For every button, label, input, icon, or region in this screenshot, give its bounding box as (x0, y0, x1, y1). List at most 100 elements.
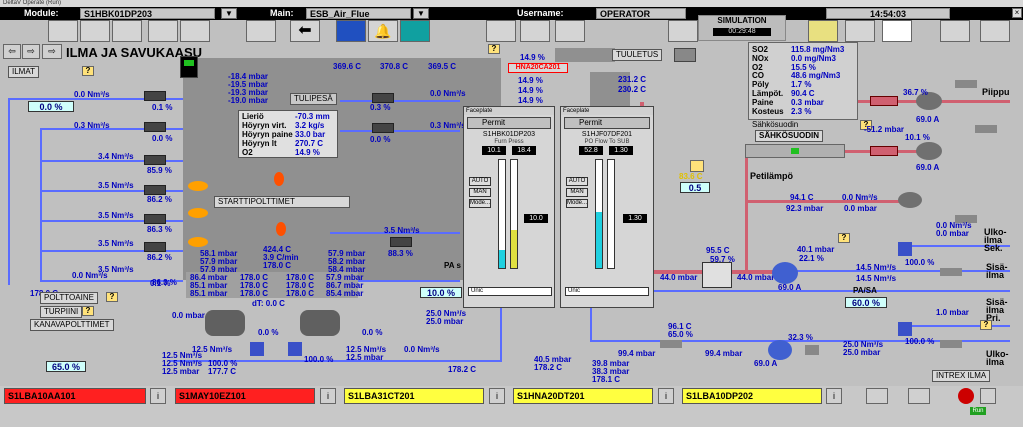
sahkosuodin-label[interactable]: SÄHKÖSUODIN (755, 130, 824, 142)
polttoaine-label[interactable]: POLTTOAINE (40, 292, 98, 304)
toolbar-button-5[interactable] (180, 20, 210, 42)
alarm-5[interactable]: S1LBA10DP202 (682, 388, 822, 404)
toolbar-button-1[interactable] (48, 20, 78, 42)
damper-valve-icon[interactable] (144, 122, 166, 132)
close-icon[interactable]: × (1012, 8, 1022, 18)
damper-icon[interactable] (870, 146, 898, 156)
alarm-list-icon[interactable] (980, 388, 996, 404)
next-page-icon[interactable]: ⇨ (42, 44, 62, 59)
damper-valve-icon[interactable] (144, 155, 166, 165)
overview-button[interactable] (400, 20, 430, 42)
fan-icon[interactable] (674, 48, 696, 62)
display-button[interactable] (336, 20, 366, 42)
damper-valve-icon[interactable] (372, 123, 394, 133)
main-field[interactable]: ESB_Air_Flue (306, 8, 411, 19)
tuuletus-label[interactable]: TUULETUS (612, 49, 663, 61)
alarm-horn-icon[interactable] (958, 388, 974, 404)
alarm-4[interactable]: S1HNA20DT201 (513, 388, 653, 404)
mode-button[interactable]: Mode... (566, 199, 588, 208)
alarm-info-button[interactable]: i (489, 388, 505, 404)
damper-valve-icon[interactable] (144, 185, 166, 195)
module-dropdown[interactable]: ▼ (221, 8, 237, 19)
output-display[interactable]: 1.30 (623, 214, 647, 223)
fan-motor-icon[interactable] (898, 192, 922, 208)
kanavapolttimet-label[interactable]: KANAVAPOLTTIMET (30, 319, 114, 331)
mode-button[interactable]: Mode... (469, 199, 491, 208)
help-icon[interactable] (690, 160, 704, 172)
damper-valve-icon[interactable] (144, 214, 166, 224)
device-icon[interactable] (940, 340, 962, 348)
damper-icon[interactable] (288, 342, 302, 356)
output-display[interactable]: 10.0 (524, 214, 548, 223)
fan-motor-icon[interactable] (772, 262, 798, 284)
main-dropdown[interactable]: ▼ (413, 8, 429, 19)
pa-setpoint-box[interactable]: 10.0 % (420, 287, 462, 298)
fan-icon[interactable] (300, 310, 340, 336)
device-icon[interactable] (940, 268, 962, 276)
alarm-3[interactable]: S1LBA31CT201 (344, 388, 484, 404)
damper-valve-icon[interactable] (144, 242, 166, 252)
device-icon[interactable] (805, 345, 819, 355)
palette-icon[interactable] (980, 20, 1010, 42)
fan-icon[interactable] (205, 310, 245, 336)
faceplate-window-2[interactable]: Faceplate Permit S1HJF07DF201 PO Flow To… (560, 106, 654, 308)
toolbar-button-6[interactable] (246, 20, 276, 42)
faceplate-window-1[interactable]: Faceplate Permit S1HBK01DP203 Furn Press… (463, 106, 555, 308)
faceplate-input[interactable]: Unic (468, 287, 552, 296)
damper-icon[interactable] (898, 322, 912, 336)
help-icon[interactable]: ? (82, 306, 94, 316)
damper-valve-icon[interactable] (372, 93, 394, 103)
damper-icon[interactable] (898, 242, 912, 256)
device-icon[interactable] (975, 125, 997, 133)
damper-valve-icon[interactable] (390, 237, 412, 247)
auto-button[interactable]: AUTO (566, 177, 588, 186)
pasa-setpoint[interactable]: 60.0 % (845, 297, 887, 308)
module-field[interactable]: S1HBK01DP203 (80, 8, 215, 19)
output-bar[interactable] (510, 159, 518, 269)
damper-valve-icon[interactable] (144, 91, 166, 101)
alarm-1[interactable]: S1LBA10AA101 (4, 388, 146, 404)
toolbar-button-2[interactable] (80, 20, 110, 42)
toolbar-button-7[interactable] (555, 20, 585, 42)
damper-icon[interactable] (870, 96, 898, 106)
bottom-setpoint-box[interactable]: 65.0 % (46, 361, 86, 372)
device-icon[interactable] (660, 340, 682, 348)
intrex-label[interactable]: INTREX ILMA (932, 370, 991, 382)
bell-icon[interactable]: 🔔 (368, 20, 398, 42)
hna-tag[interactable]: HNA20CA201 (508, 63, 568, 73)
alarm-2[interactable]: S1MAY10EZ101 (175, 388, 315, 404)
faceplate-icon[interactable] (520, 20, 550, 42)
damper-icon[interactable] (250, 342, 264, 356)
alarm-info-button[interactable]: i (320, 388, 336, 404)
device-icon[interactable] (955, 80, 977, 88)
print-icon[interactable] (845, 20, 875, 42)
help-icon[interactable]: ? (106, 292, 118, 302)
alarm-info-button[interactable]: i (150, 388, 166, 404)
faceplate-input[interactable]: Unic (565, 287, 649, 296)
alarm-info-button[interactable]: i (658, 388, 674, 404)
help-icon[interactable]: ? (82, 66, 94, 76)
output-bar[interactable] (607, 159, 615, 269)
auto-button[interactable]: AUTO (469, 177, 491, 186)
setpoint-box[interactable]: 0.0 % (28, 101, 74, 112)
book-icon[interactable] (940, 20, 970, 42)
alarm-info-button[interactable]: i (826, 388, 842, 404)
help-icon[interactable]: ? (488, 44, 500, 54)
toolbar-button-3[interactable] (112, 20, 142, 42)
acknowledge-alarm-icon[interactable] (866, 388, 888, 404)
petilampo-setpoint[interactable]: 0.5 (680, 182, 710, 193)
help-icon[interactable]: ? (980, 320, 992, 330)
acknowledge-icon[interactable] (808, 20, 838, 42)
turpiini-label[interactable]: TURPIINI (40, 306, 83, 318)
permit-label[interactable]: Permit (482, 118, 505, 127)
permit-label[interactable]: Permit (579, 118, 602, 127)
back-nav-icon[interactable]: ⇦ (3, 44, 21, 59)
users-icon[interactable] (486, 20, 516, 42)
toolbar-button-8[interactable] (668, 20, 698, 42)
back-arrow-icon[interactable]: ⬅ (290, 20, 320, 42)
toolbar-button-4[interactable] (148, 20, 178, 42)
man-button[interactable]: MAN (566, 188, 588, 197)
man-button[interactable]: MAN (469, 188, 491, 197)
finland-flag-icon[interactable] (882, 20, 912, 42)
help-icon[interactable]: ? (838, 233, 850, 243)
